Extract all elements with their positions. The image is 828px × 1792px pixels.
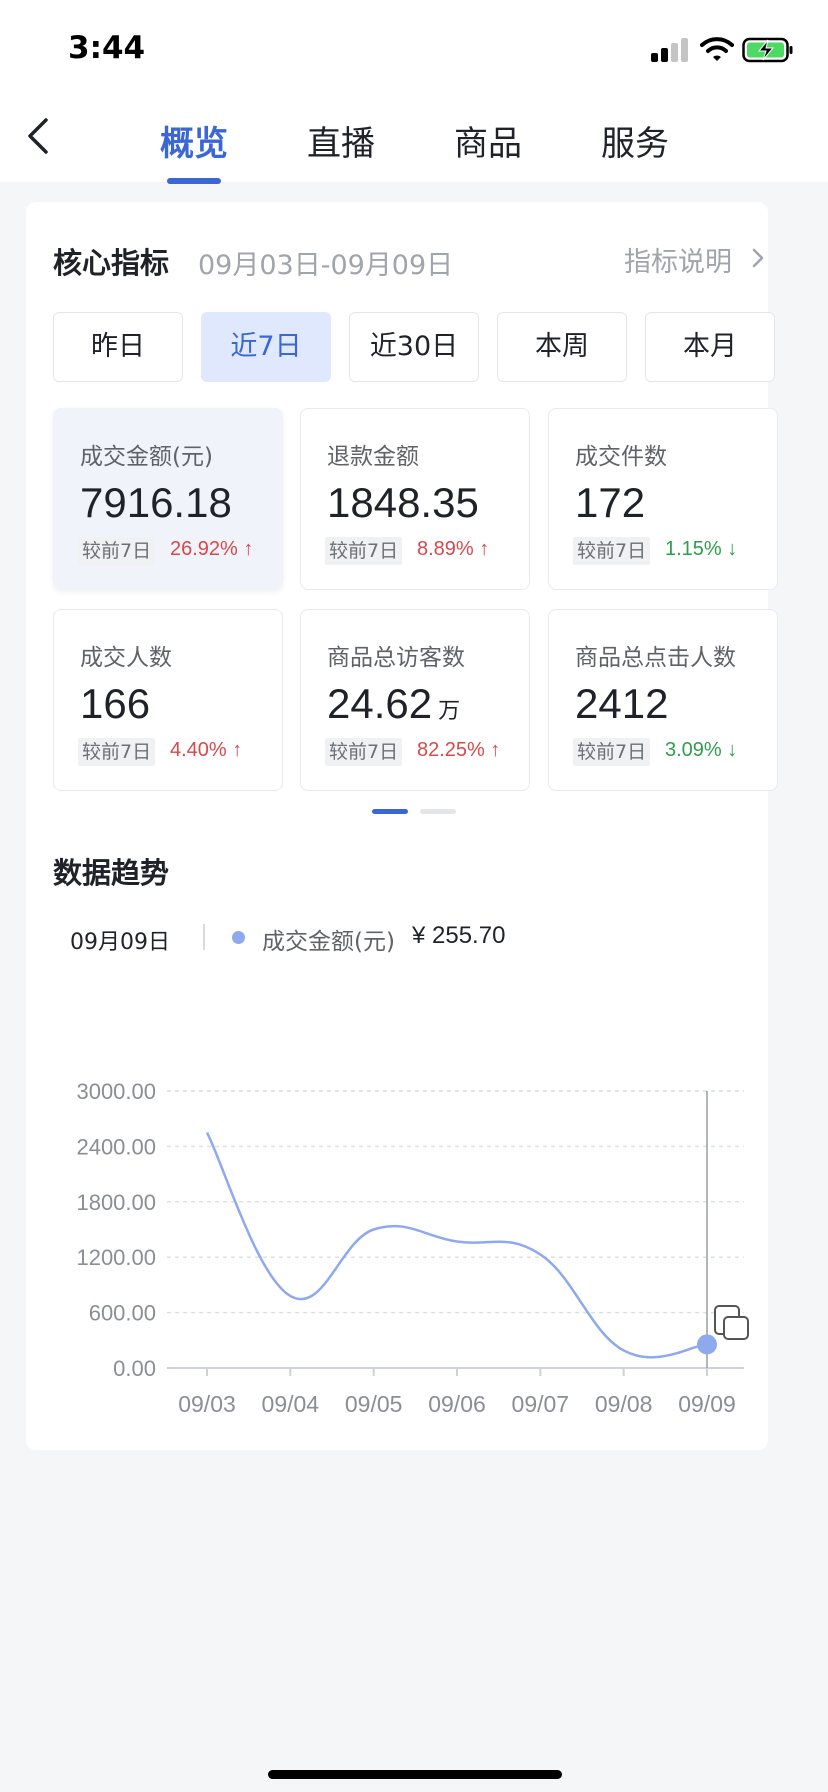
- metric-card-refund[interactable]: 退款金额 1848.35 较前7日 8.89% ↑: [300, 408, 530, 590]
- x-tick-label: 09/03: [178, 1391, 236, 1417]
- copy-icon[interactable]: [714, 1305, 749, 1340]
- arrow-up-icon: ↑: [243, 538, 254, 560]
- metric-change: 8.89% ↑: [417, 538, 490, 560]
- metric-change: 4.40% ↑: [170, 739, 243, 761]
- date-range: 09月03日-09月09日: [198, 250, 454, 281]
- metric-value: 2412: [575, 680, 669, 727]
- metric-compare-label: 较前7日: [573, 738, 651, 766]
- x-tick-label: 09/06: [428, 1391, 486, 1417]
- metric-change: 1.15% ↓: [665, 538, 738, 560]
- metric-value: 1848.35: [327, 479, 479, 526]
- period-yesterday[interactable]: 昨日: [53, 312, 183, 382]
- metric-card-clickers[interactable]: 商品总点击人数 2412 较前7日 3.09% ↓: [548, 609, 778, 791]
- arrow-down-icon: ↓: [727, 538, 738, 560]
- metric-compare-label: 较前7日: [78, 537, 156, 565]
- y-tick-label: 3000.00: [76, 1079, 156, 1104]
- metric-value: 166: [80, 680, 151, 727]
- metric-compare-label: 较前7日: [325, 537, 403, 565]
- data-trend-title: 数据趋势: [53, 856, 170, 890]
- chevron-right-icon[interactable]: [750, 247, 766, 269]
- metric-label: 成交人数: [80, 645, 172, 671]
- metric-label: 商品总访客数: [327, 645, 465, 671]
- tooltip-date: 09月09日: [70, 930, 170, 955]
- metric-change: 26.92% ↑: [170, 538, 254, 560]
- metric-label: 商品总点击人数: [575, 645, 736, 671]
- pager-dot-active[interactable]: [372, 809, 408, 814]
- x-tick-label: 09/07: [512, 1391, 570, 1417]
- overview-card: 核心指标 09月03日-09月09日 指标说明 昨日 近7日 近30日 本周 本…: [26, 202, 778, 1450]
- series-line: [205, 1131, 708, 1359]
- series-color-dot: [232, 931, 245, 944]
- y-tick-label: 0.00: [113, 1356, 156, 1381]
- tab-service[interactable]: 服务: [601, 116, 669, 165]
- metric-explanation-link[interactable]: 指标说明: [624, 240, 732, 279]
- metric-label: 退款金额: [327, 444, 419, 470]
- period-this-month[interactable]: 本月: [645, 312, 775, 382]
- metric-value: 172: [575, 479, 646, 526]
- arrow-up-icon: ↑: [232, 739, 243, 761]
- y-tick-label: 1800.00: [76, 1190, 156, 1215]
- period-last-30-days[interactable]: 近30日: [349, 312, 479, 382]
- period-last-7-days[interactable]: 近7日: [201, 312, 331, 382]
- back-arrow-icon[interactable]: [18, 112, 58, 160]
- active-tab-indicator: [167, 178, 221, 184]
- metric-card-buyers[interactable]: 成交人数 166 较前7日 4.40% ↑: [53, 609, 283, 791]
- y-tick-label: 600.00: [89, 1301, 156, 1326]
- legend-series-name: 成交金额(元): [262, 929, 395, 955]
- pager-dot[interactable]: [420, 809, 456, 814]
- period-this-week[interactable]: 本周: [497, 312, 627, 382]
- metric-unit: 万: [438, 698, 461, 723]
- tab-live[interactable]: 直播: [307, 116, 375, 165]
- top-area: [0, 0, 828, 182]
- cellular-signal-icon: [651, 38, 691, 62]
- tab-products[interactable]: 商品: [454, 116, 522, 165]
- x-tick-label: 09/04: [262, 1391, 320, 1417]
- metric-compare-label: 较前7日: [78, 738, 156, 766]
- metric-change: 82.25% ↑: [417, 739, 501, 761]
- y-tick-label: 2400.00: [76, 1134, 156, 1159]
- metric-card-gmv[interactable]: 成交金额(元) 7916.18 较前7日 26.92% ↑: [53, 408, 283, 590]
- metric-change: 3.09% ↓: [665, 739, 738, 761]
- x-tick-label: 09/09: [678, 1391, 736, 1417]
- metric-compare-label: 较前7日: [573, 537, 651, 565]
- tab-overview[interactable]: 概览: [160, 116, 228, 165]
- x-tick-label: 09/08: [595, 1391, 653, 1417]
- core-metrics-title: 核心指标: [53, 246, 170, 280]
- home-indicator: [268, 1770, 562, 1779]
- metric-value: 24.62 万: [327, 680, 461, 727]
- metric-card-visitors[interactable]: 商品总访客数 24.62 万 较前7日 82.25% ↑: [300, 609, 530, 791]
- arrow-up-icon: ↑: [479, 538, 490, 560]
- metric-value: 7916.18: [80, 479, 232, 526]
- y-tick-label: 1200.00: [76, 1245, 156, 1270]
- metric-label: 成交件数: [575, 444, 667, 470]
- highlighted-data-point: [697, 1334, 717, 1355]
- wifi-icon: [700, 37, 734, 61]
- trend-line-chart[interactable]: 0.00 600.00 1200.00 1800.00 2400.00 3000.00 09…: [26, 972, 768, 1432]
- battery-charging-icon: [742, 37, 793, 63]
- arrow-down-icon: ↓: [727, 739, 738, 761]
- legend-divider: [203, 924, 205, 950]
- metric-compare-label: 较前7日: [325, 738, 403, 766]
- x-tick-label: 09/05: [345, 1391, 403, 1417]
- metric-label: 成交金额(元): [80, 444, 213, 470]
- status-time: 3:44: [68, 30, 146, 66]
- arrow-up-icon: ↑: [490, 739, 501, 761]
- metric-card-items-sold[interactable]: 成交件数 172 较前7日 1.15% ↓: [548, 408, 778, 590]
- legend-value: ¥ 255.70: [412, 922, 506, 949]
